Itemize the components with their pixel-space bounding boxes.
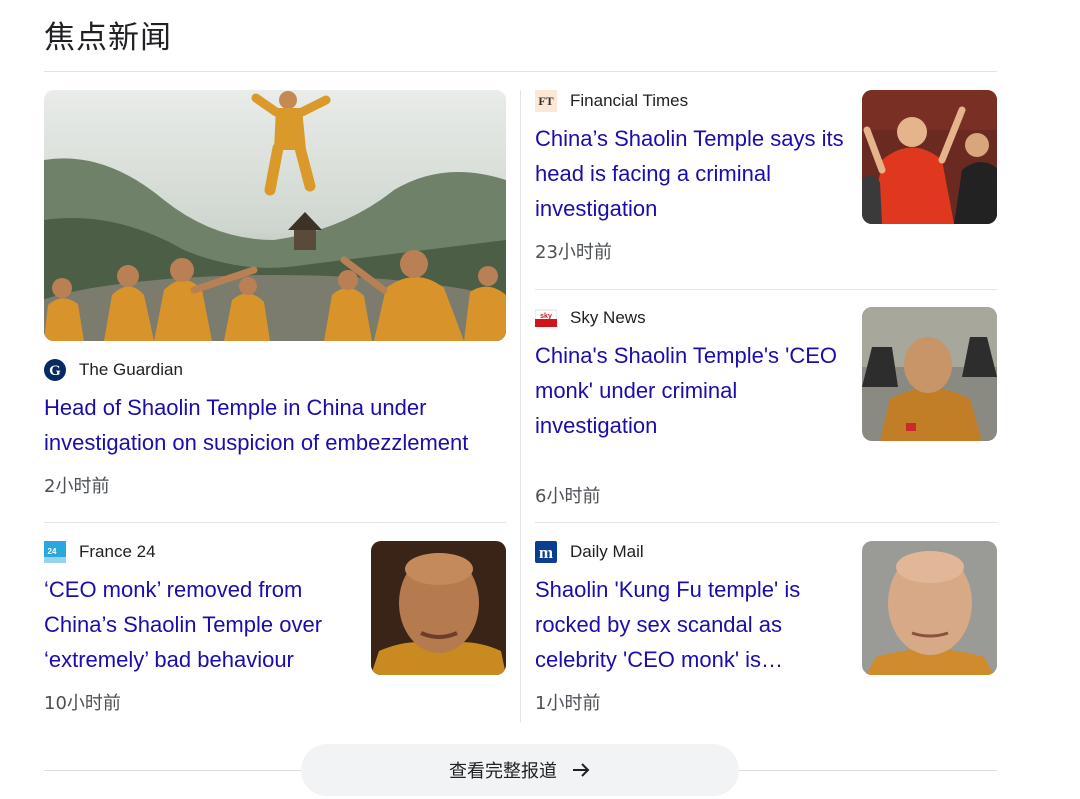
article-time: 1小时前 [535,693,601,714]
divider [44,71,997,72]
svg-text:G: G [49,363,61,379]
divider [44,522,506,523]
ft-logo-icon: FT [535,90,557,112]
article-card-france24: 24 France 24 ‘CEO monk’ removed from Chi… [44,541,354,715]
sky-news-logo-icon: sky [535,307,557,329]
full-coverage-button[interactable]: 查看完整报道 [301,744,739,796]
source-row: FT Financial Times [535,90,845,112]
article-image-guardian[interactable] [44,90,506,341]
full-coverage-label: 查看完整报道 [449,761,557,782]
source-name: Sky News [570,308,646,327]
article-headline-link[interactable]: Head of Shaolin Temple in China under in… [44,390,506,460]
svg-text:sky: sky [540,313,552,320]
france24-logo-icon: 24 [44,541,66,563]
article-time: 6小时前 [535,486,601,507]
monk-speaking-photo [371,541,506,675]
source-name: Daily Mail [570,542,644,561]
article-card-ft: FT Financial Times China’s Shaolin Templ… [535,90,845,264]
article-headline-link[interactable]: China’s Shaolin Temple says its head is … [535,121,845,226]
monk-headshot-photo [862,541,997,675]
article-image-france24[interactable] [371,541,506,675]
divider [739,770,997,771]
article-headline-link[interactable]: ‘CEO monk’ removed from China’s Shaolin … [44,572,354,677]
source-row: m Daily Mail [535,541,845,563]
svg-text:FT: FT [538,94,553,108]
monk-portrait-photo [862,307,997,441]
article-time: 10小时前 [44,693,121,714]
column-divider [520,90,521,722]
article-image-ft[interactable] [862,90,997,224]
daily-mail-logo-icon: m [535,541,557,563]
source-name: The Guardian [79,360,183,379]
article-card-dailymail: m Daily Mail Shaolin 'Kung Fu temple' is… [535,541,845,715]
article-headline-link[interactable]: Shaolin 'Kung Fu temple' is rocked by se… [535,572,845,677]
abbot-red-robe-photo [862,90,997,224]
arrow-right-icon [571,760,591,780]
source-row: G The Guardian [44,359,506,381]
article-headline-link[interactable]: China's Shaolin Temple's 'CEO monk' unde… [535,338,845,443]
svg-text:24: 24 [48,547,57,556]
source-row: 24 France 24 [44,541,354,563]
article-card-sky: sky Sky News China's Shaolin Temple's 'C… [535,307,845,443]
article-time: 2小时前 [44,476,110,497]
article-card-guardian: G The Guardian Head of Shaolin Temple in… [44,359,506,498]
source-row: sky Sky News [535,307,845,329]
divider [44,770,301,771]
article-image-sky[interactable] [862,307,997,441]
guardian-logo-icon: G [44,359,66,381]
divider [535,289,997,290]
source-name: Financial Times [570,91,689,110]
svg-text:m: m [539,543,553,562]
shaolin-monks-training-photo [44,90,506,341]
section-title: 焦点新闻 [44,20,172,56]
article-time: 23小时前 [535,242,612,263]
source-name: France 24 [79,542,156,561]
divider [535,522,997,523]
article-image-dailymail[interactable] [862,541,997,675]
